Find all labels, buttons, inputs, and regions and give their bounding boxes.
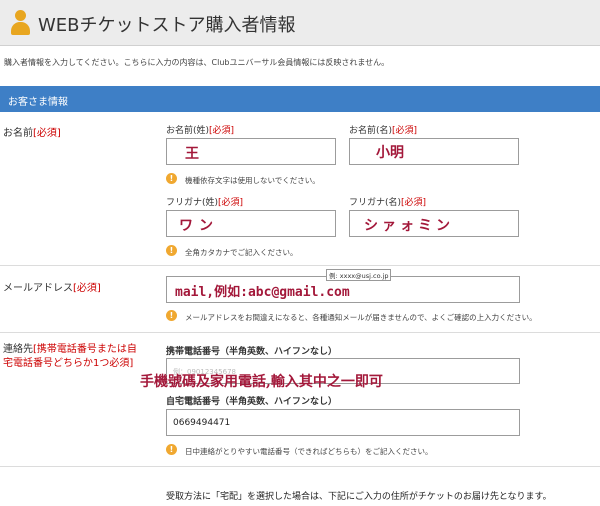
email-value: mail,例如:abc@gmail.com <box>175 285 350 300</box>
annotation-overlay: 手機號碼及家用電話,輸入其中之一即可 <box>140 374 383 390</box>
user-icon <box>10 10 30 36</box>
name-note: 機種依存文字は使用しないでください。 <box>185 176 320 185</box>
section-header: お客さま情報 <box>0 86 600 112</box>
first-name-input[interactable]: 小明 <box>349 138 519 165</box>
email-example-tooltip: 例: xxxx@usj.co.jp <box>326 269 392 281</box>
first-name-label: お名前(名)[必須] <box>349 126 418 136</box>
divider <box>0 466 600 467</box>
last-name-value: 王 <box>185 146 199 162</box>
intro-text: 購入者情報を入力してください。こちらに入力の内容は、Clubユニバーサル会員情報… <box>4 58 390 67</box>
last-kana-label: フリガナ(姓)[必須] <box>166 198 244 208</box>
required-mark: [必須] <box>73 283 101 294</box>
divider <box>0 265 600 266</box>
last-kana-value: ワン <box>179 218 219 234</box>
info-icon: ! <box>166 173 177 184</box>
email-row-label: メールアドレス[必須] <box>3 283 101 294</box>
home-phone-label: 自宅電話番号（半角英数、ハイフンなし） <box>166 397 338 407</box>
divider <box>0 332 600 333</box>
phone-note: 日中連絡がとりやすい電話番号（できればどちらも）をご記入ください。 <box>185 447 433 456</box>
delivery-note: 受取方法に「宅配」を選択した場合は、下記にご入力の住所がチケットのお届け先となり… <box>166 492 552 502</box>
name-row-label: お名前[必須] <box>3 128 61 139</box>
first-kana-value: シァォミン <box>364 218 454 234</box>
section-title: お客さま情報 <box>8 97 68 108</box>
required-mark: [必須] <box>33 128 61 139</box>
info-icon: ! <box>166 310 177 321</box>
last-name-label: お名前(姓)[必須] <box>166 126 235 136</box>
info-icon: ! <box>166 245 177 256</box>
kana-note: 全角カタカナでご記入ください。 <box>185 248 298 257</box>
page-title: WEBチケットストア購入者情報 <box>38 15 296 36</box>
first-kana-input[interactable]: シァォミン <box>349 210 519 237</box>
last-name-input[interactable]: 王 <box>166 138 336 165</box>
home-phone-value: 0669494471 <box>173 418 231 428</box>
home-phone-input[interactable]: 0669494471 <box>166 409 520 436</box>
info-icon: ! <box>166 444 177 455</box>
contact-row-label: 連絡先[携帯電話番号または自 宅電話番号どちらか1つ必須] <box>3 344 137 369</box>
last-kana-input[interactable]: ワン <box>166 210 336 237</box>
email-note: メールアドレスをお間違えになると、各種通知メールが届きませんので、よくご確認の上… <box>185 313 537 322</box>
mobile-phone-label: 携帯電話番号（半角英数、ハイフンなし） <box>166 347 338 357</box>
first-name-value: 小明 <box>376 145 404 161</box>
first-kana-label: フリガナ(名)[必須] <box>349 198 427 208</box>
